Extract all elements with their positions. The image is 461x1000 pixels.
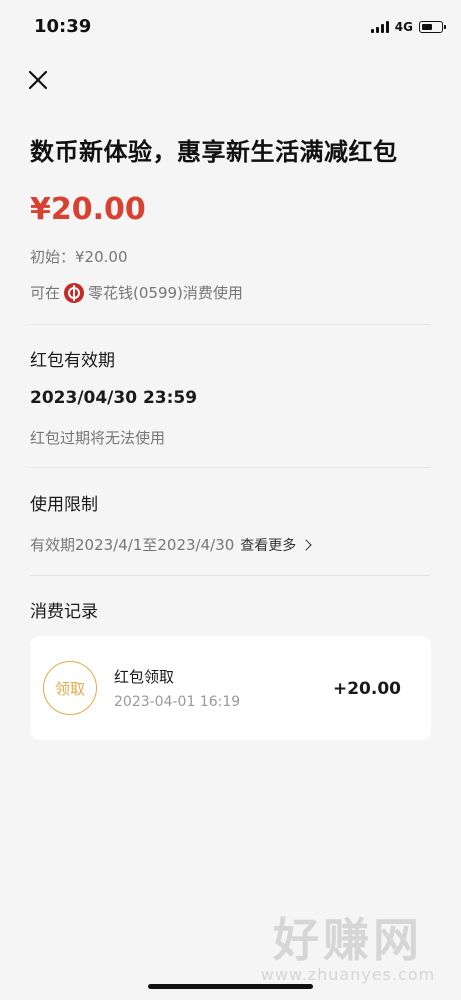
divider [30,575,430,576]
close-icon [28,70,48,90]
restriction-section-title: 使用限制 [30,495,98,515]
see-more-label: 查看更多 [240,537,297,554]
status-icons: 4G [370,20,446,34]
watermark-main: 好赚网 [273,913,423,967]
coupon-amount: ¥20.00 [30,192,146,227]
divider [30,324,430,325]
watermark-sub: www.zhuanyes.com [260,965,436,984]
status-bar: 10:39 4G [0,0,461,56]
record-amount: +20.00 [332,679,401,699]
signal-icon [370,21,389,33]
record-title: 红包领取 [114,668,175,686]
watermark: 好赚网 www.zhuanyes.com [248,915,448,984]
record-time: 2023-04-01 16:19 [114,694,241,710]
battery-icon [419,21,446,33]
home-indicator[interactable] [148,984,313,989]
see-more-link[interactable]: 查看更多 [240,535,312,555]
merchant-name: 零花钱(0599)消费使用 [88,284,243,302]
restriction-period: 有效期2023/4/1至2023/4/30 [30,536,235,554]
divider [30,467,430,468]
validity-section-title: 红包有效期 [30,351,115,371]
record-badge: 领取 [43,661,97,715]
status-time: 10:39 [34,16,92,37]
usable-merchant: 可在 零花钱(0599)消费使用 [30,282,243,303]
network-label: 4G [394,20,413,34]
initial-amount: 初始：¥20.00 [30,248,128,266]
bank-logo-icon [64,282,85,303]
record-card[interactable]: 领取 红包领取 2023-04-01 16:19 +20.00 [30,636,431,740]
expiry-note: 红包过期将无法使用 [30,429,166,447]
page-title: 数币新体验，惠享新生活满减红包 [30,138,398,166]
restriction-row: 有效期2023/4/1至2023/4/30 查看更多 [30,534,312,555]
expiry-date: 2023/04/30 23:59 [30,388,198,408]
chevron-right-icon [300,538,312,551]
usable-prefix: 可在 [30,284,61,302]
records-section-title: 消费记录 [30,602,98,622]
close-button[interactable] [26,68,50,92]
